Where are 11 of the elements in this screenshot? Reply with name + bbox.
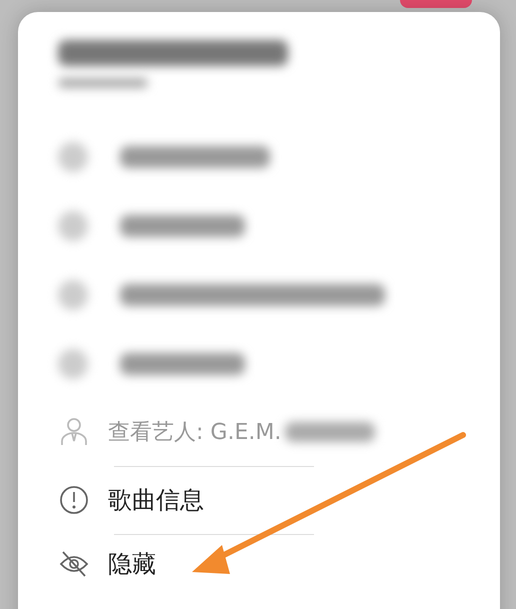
blurred-icon [58, 280, 88, 310]
menu-item[interactable]: 歌曲信息 [58, 466, 500, 534]
menu-item[interactable]: 隐藏 [58, 534, 500, 594]
info-icon [58, 484, 90, 516]
person-icon [58, 416, 90, 448]
menu-label: 查看艺人: G.E.M. [108, 419, 282, 447]
blurred-icon [58, 210, 88, 240]
blurred-icon [58, 348, 88, 378]
menu-label: 歌曲信息 [108, 485, 204, 516]
menu-label: 隐藏 [108, 549, 156, 580]
blurred-icon [58, 142, 88, 172]
